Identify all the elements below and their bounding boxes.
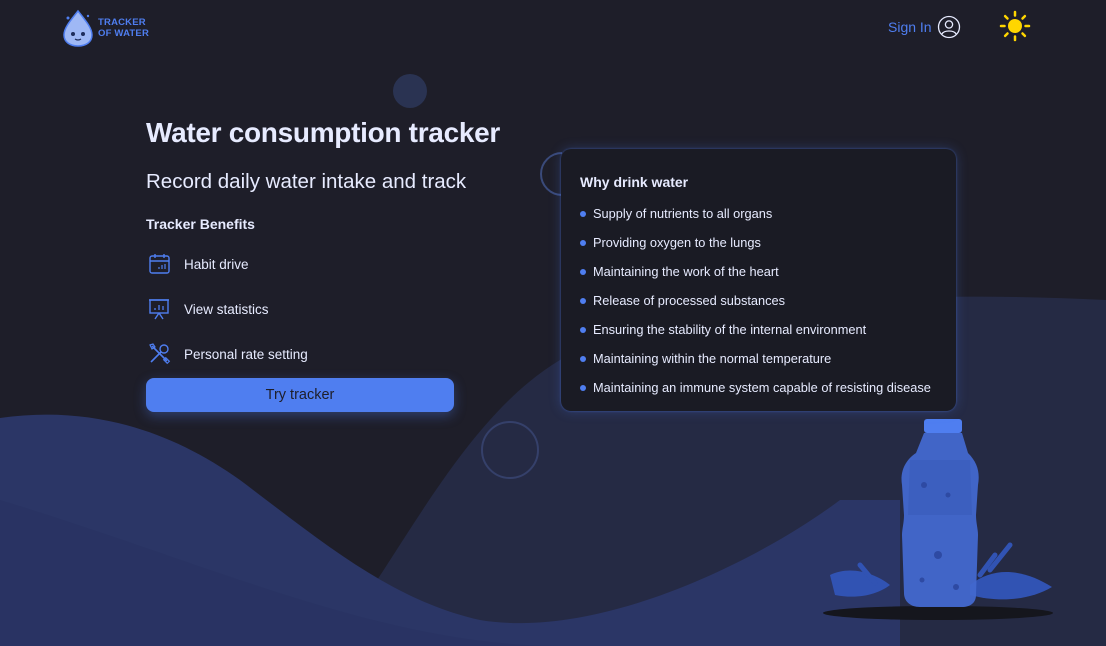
sign-in-label: Sign In: [888, 19, 932, 35]
list-item-label: Maintaining an immune system capable of …: [593, 380, 931, 395]
logo-line1: TRACKER: [98, 17, 146, 28]
list-item: Providing oxygen to the lungs: [580, 228, 931, 257]
ring-decoration-lower: [481, 421, 539, 479]
list-item-label: Ensuring the stability of the internal e…: [593, 322, 867, 337]
logo-text: TRACKER OF WATER: [98, 17, 149, 39]
list-item: Maintaining within the normal temperatur…: [580, 344, 931, 373]
water-drop-logo-icon: [63, 9, 93, 47]
page-subtitle: Record daily water intake and track: [146, 170, 467, 193]
logo-line2: OF WATER: [98, 28, 150, 39]
why-drink-water-card: Why drink water Supply of nutrients to a…: [561, 149, 956, 411]
benefit-label: Personal rate setting: [184, 346, 308, 362]
list-item: Supply of nutrients to all organs: [580, 199, 931, 228]
list-item-label: Release of processed substances: [593, 293, 786, 308]
list-item: Release of processed substances: [580, 286, 931, 315]
header: TRACKER OF WATER Sign In: [0, 0, 1106, 60]
presentation-chart-icon: [149, 299, 169, 320]
benefit-label: Habit drive: [184, 256, 249, 272]
bullet-dot: [580, 210, 586, 217]
list-item: Maintaining an immune system capable of …: [580, 373, 931, 402]
user-circle-icon: [937, 15, 960, 39]
card-title: Why drink water: [580, 174, 689, 190]
list-item-label: Providing oxygen to the lungs: [593, 235, 761, 250]
list-item-label: Maintaining the work of the heart: [593, 264, 779, 279]
try-tracker-button[interactable]: Try tracker: [146, 378, 454, 412]
logo-link[interactable]: TRACKER OF WATER: [60, 9, 149, 47]
sign-in-button[interactable]: Sign In: [888, 15, 961, 39]
bullet-dot: [580, 297, 586, 304]
bullet-dot: [580, 239, 586, 246]
benefit-label: View statistics: [184, 301, 269, 317]
bullet-dot: [580, 384, 586, 391]
calendar-icon: [149, 254, 170, 274]
reasons-list: Supply of nutrients to all organs Provid…: [580, 199, 931, 402]
list-item-label: Supply of nutrients to all organs: [593, 206, 773, 221]
tools-icon: [149, 343, 171, 365]
water-bottle-illustration: [823, 419, 1053, 620]
bullet-dot: [580, 268, 586, 275]
sun-icon[interactable]: [999, 10, 1031, 42]
list-item-label: Maintaining within the normal temperatur…: [593, 351, 832, 366]
bubble-decoration: [393, 74, 427, 108]
benefits-title: Tracker Benefits: [146, 216, 255, 232]
benefit-item: View statistics: [146, 296, 546, 322]
bullet-dot: [580, 355, 586, 362]
page-title: Water consumption tracker: [146, 117, 500, 148]
list-item: Maintaining the work of the heart: [580, 257, 931, 286]
benefit-item: Personal rate setting: [146, 341, 546, 367]
hero-section: Water consumption tracker Record daily w…: [146, 117, 546, 367]
benefit-item: Habit drive: [146, 251, 546, 277]
list-item: Ensuring the stability of the internal e…: [580, 315, 931, 344]
bullet-dot: [580, 326, 586, 333]
